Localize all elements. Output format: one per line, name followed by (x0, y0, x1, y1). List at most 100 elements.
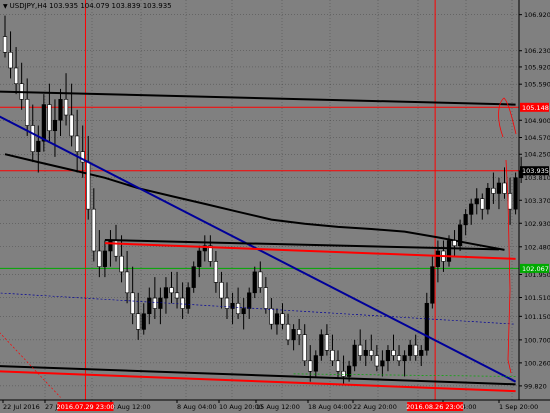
candle-body (152, 297, 157, 309)
candle-body (47, 104, 52, 132)
time-tick-label: 18 Aug 04:00 (308, 403, 352, 411)
candle-body (2, 36, 8, 53)
candle-body (169, 287, 174, 294)
candle-body (419, 350, 424, 356)
candle-body (141, 313, 146, 330)
highlighted-time-label: 2016.07.29 23:00 (56, 403, 114, 411)
candle-body (158, 297, 163, 309)
candle-body (8, 51, 13, 69)
candle-body (402, 355, 407, 362)
candle-body (258, 271, 263, 288)
candle-body (130, 292, 135, 315)
candle-body (480, 198, 485, 210)
candle-body (174, 292, 180, 299)
candle-body (163, 287, 169, 299)
candle-body (485, 187, 490, 210)
candle-body (391, 350, 396, 356)
candle-body (463, 214, 468, 226)
candle-body (274, 313, 280, 325)
candle-body (408, 344, 413, 356)
dropdown-triangle-icon[interactable]: ▼ (3, 3, 8, 10)
candle-body (396, 355, 402, 362)
candle-body (63, 99, 69, 116)
candle-body (102, 250, 107, 267)
candle-body (25, 99, 30, 126)
candle-body (513, 177, 518, 210)
price-label-text: 103.935 (522, 167, 549, 175)
candle-body (291, 329, 296, 341)
candle-body (219, 282, 224, 299)
time-tick-label: 3 Aug 12:00 (111, 403, 151, 411)
candle-body (424, 302, 429, 351)
candle-body (385, 350, 391, 362)
candle-body (358, 344, 363, 356)
price-chart[interactable]: 106.920 106.230 105.920 105.590 104.900 104.5… (0, 0, 550, 413)
candle-body (302, 334, 307, 362)
candle-body (491, 187, 496, 194)
chart-background (0, 0, 550, 413)
price-tick-label: 102.930 (524, 220, 550, 228)
candle-body (335, 360, 341, 372)
time-tick-label: 15 Aug 12:00 (256, 403, 300, 411)
price-tick-label: 104.570 (524, 134, 550, 142)
candle-body (269, 308, 274, 325)
candle-body (108, 240, 113, 252)
candle-body (280, 313, 285, 325)
candle-body (297, 329, 302, 335)
candle-body (369, 350, 374, 356)
price-tick-label: 103.370 (524, 197, 550, 205)
candle-body (69, 114, 74, 137)
candle-body (236, 302, 241, 315)
candle-body (319, 334, 324, 356)
price-tick-label: 104.900 (524, 117, 550, 125)
price-tick-label: 101.510 (524, 294, 550, 302)
candle-body (230, 302, 235, 309)
candle-body (97, 250, 102, 267)
price-tick-label: 106.230 (524, 47, 550, 55)
candle-body (36, 140, 41, 152)
candle-body (346, 365, 352, 377)
candle-body (86, 161, 91, 210)
price-tick-label: 104.250 (524, 151, 550, 159)
price-label-text: 105.148 (522, 104, 549, 112)
chart-title: ▼ USDJPY,H4 103.935 104.079 103.839 103.9… (3, 2, 172, 10)
price-tick-label: 100.700 (524, 336, 550, 344)
candle-body (252, 271, 257, 294)
price-tick-label: 106.920 (524, 11, 550, 19)
candle-body (52, 119, 58, 132)
candle-body (197, 250, 202, 267)
candle-body (213, 261, 219, 283)
candle-body (446, 240, 452, 262)
price-tick-label: 105.590 (524, 81, 550, 89)
candle-body (330, 350, 335, 362)
candle-body (496, 182, 502, 194)
price-tick-label: 101.150 (524, 313, 550, 321)
candle-body (119, 255, 124, 273)
candle-body (502, 182, 507, 194)
candle-body (430, 266, 435, 304)
candle-body (313, 355, 318, 372)
candle-body (474, 198, 479, 205)
candle-body (363, 350, 368, 356)
candle-body (324, 334, 330, 351)
candle-body (380, 360, 385, 367)
candle-body (75, 135, 80, 152)
ohlc-readout: 103.935 104.079 103.839 103.935 (49, 2, 172, 10)
candle-body (180, 297, 185, 309)
highlighted-time-label: 2016.08.26 23:00 (406, 403, 464, 411)
price-tick-label: 99.820 (524, 382, 547, 390)
candle-body (263, 287, 268, 309)
candle-body (452, 240, 457, 247)
price-tick-label: 105.920 (524, 63, 550, 71)
candle-body (147, 297, 152, 315)
candle-body (186, 287, 191, 309)
candle-body (247, 292, 252, 309)
price-label-text: 102.067 (522, 265, 549, 273)
price-tick-label: 102.480 (524, 243, 550, 251)
candle-body (374, 355, 379, 367)
candle-body (14, 67, 19, 84)
candle-body (125, 271, 130, 294)
candle-body (469, 203, 474, 215)
candle-body (136, 313, 141, 330)
time-tick-label: 8 Aug 04:00 (177, 403, 217, 411)
